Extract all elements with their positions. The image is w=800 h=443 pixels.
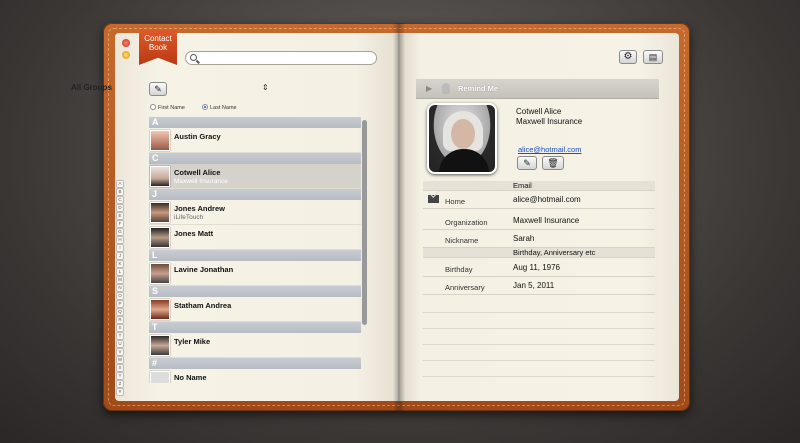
card-view-icon: ▤ xyxy=(648,52,658,62)
alphabet-index-letter[interactable]: Q xyxy=(116,308,124,316)
card-view-button[interactable]: ▤ xyxy=(643,50,663,64)
avatar xyxy=(150,166,170,187)
alphabet-index-letter[interactable]: V xyxy=(116,348,124,356)
alphabet-index-letter[interactable]: G xyxy=(116,228,124,236)
group-selector-label[interactable]: All Groups xyxy=(71,83,112,92)
alphabet-index-letter[interactable]: T xyxy=(116,332,124,340)
section-header: A xyxy=(149,117,361,128)
contact-list[interactable]: A Austin Gracy C Cotwell Alice Maxwell I… xyxy=(149,117,361,383)
avatar xyxy=(150,335,170,356)
alphabet-index-letter[interactable]: # xyxy=(116,388,124,396)
edit-contact-button[interactable]: ✎ xyxy=(517,156,537,170)
photo-face xyxy=(451,119,475,149)
alphabet-index-letter[interactable]: A xyxy=(116,180,124,188)
pencil-icon: ✎ xyxy=(523,158,531,168)
avatar xyxy=(150,299,170,320)
section-header: L xyxy=(149,250,361,261)
alphabet-index-letter[interactable]: B xyxy=(116,188,124,196)
sort-first-name-option[interactable]: First Name xyxy=(150,104,185,111)
email-section-header: Email xyxy=(423,181,655,191)
alphabet-index-letter[interactable]: Y xyxy=(116,372,124,380)
ruled-line xyxy=(423,312,655,313)
avatar xyxy=(150,263,170,284)
contact-name: Cotwell Alice xyxy=(516,107,562,116)
alphabet-index-letter[interactable]: L xyxy=(116,268,124,276)
photo-body xyxy=(439,149,489,172)
alphabet-index-letter[interactable]: O xyxy=(116,292,124,300)
section-header: C xyxy=(149,153,361,164)
contact-list-scrollbar[interactable] xyxy=(362,120,367,325)
close-window-button[interactable] xyxy=(122,39,130,47)
alphabet-index-letter[interactable]: N xyxy=(116,284,124,292)
contact-photo[interactable] xyxy=(427,103,497,174)
ruled-line xyxy=(423,344,655,345)
organization-row[interactable]: Organization Maxwell Insurance xyxy=(423,213,655,230)
nickname-row[interactable]: Nickname Sarah xyxy=(423,231,655,248)
section-header: J xyxy=(149,189,361,200)
settings-button[interactable]: ⚙ xyxy=(619,50,637,64)
contact-row[interactable]: Jones Matt xyxy=(149,225,361,250)
avatar xyxy=(150,371,170,383)
contact-row[interactable]: Tyler Mike xyxy=(149,333,361,358)
delete-contact-button[interactable]: 🗑 xyxy=(542,156,564,170)
radio-first-name[interactable] xyxy=(150,104,156,110)
anniversary-row[interactable]: Anniversary Jan 5, 2011 xyxy=(423,278,655,295)
alphabet-index-letter[interactable]: R xyxy=(116,316,124,324)
alphabet-index-letter[interactable]: P xyxy=(116,300,124,308)
alphabet-index-letter[interactable]: Z xyxy=(116,380,124,388)
trash-icon: 🗑 xyxy=(547,158,559,168)
alphabet-index-letter[interactable]: W xyxy=(116,356,124,364)
alphabet-index-letter[interactable]: H xyxy=(116,236,124,244)
contact-row[interactable]: No Name xyxy=(149,369,361,383)
alphabet-index-letter[interactable]: C xyxy=(116,196,124,204)
avatar xyxy=(150,227,170,248)
edit-groups-button[interactable]: ✎ xyxy=(149,82,167,96)
dates-section-header: Birthday, Anniversary etc xyxy=(423,248,655,258)
section-header: T xyxy=(149,322,361,333)
email-row[interactable]: Home alice@hotmail.com xyxy=(423,192,655,209)
sort-last-name-option[interactable]: Last Name xyxy=(202,104,237,111)
birthday-row[interactable]: Birthday Aug 11, 1976 xyxy=(423,260,655,277)
contact-company: Maxwell Insurance xyxy=(516,117,583,126)
contact-row-selected[interactable]: Cotwell Alice Maxwell Insurance xyxy=(149,164,361,189)
alphabet-index-letter[interactable]: X xyxy=(116,364,124,372)
contact-row[interactable]: Statham Andrea xyxy=(149,297,361,322)
up-down-arrows-icon[interactable]: ⇕ xyxy=(262,83,269,92)
alphabet-index-letter[interactable]: S xyxy=(116,324,124,332)
avatar xyxy=(150,202,170,223)
alphabet-index-letter[interactable]: U xyxy=(116,340,124,348)
contact-email-link[interactable]: alice@hotmail.com xyxy=(518,145,581,154)
groups-bar xyxy=(40,52,274,80)
section-header: # xyxy=(149,358,361,369)
alphabet-index-letter[interactable]: E xyxy=(116,212,124,220)
alphabet-index-letter[interactable]: I xyxy=(116,244,124,252)
remind-me-bar[interactable]: ▶ Remind Me xyxy=(416,79,659,99)
book-spine xyxy=(393,23,405,411)
avatar xyxy=(150,130,170,151)
radio-last-name[interactable] xyxy=(202,104,208,110)
bell-icon xyxy=(442,83,450,94)
ruled-line xyxy=(423,360,655,361)
gear-icon: ⚙ xyxy=(623,51,633,62)
contact-row[interactable]: Lavine Jonathan xyxy=(149,261,361,286)
alphabet-index[interactable]: A B C D E F G H I J K L M N O P Q R S T U V W X Y Z # xyxy=(116,180,126,396)
alphabet-index-letter[interactable]: J xyxy=(116,252,124,260)
play-icon: ▶ xyxy=(426,84,433,93)
alphabet-index-letter[interactable]: D xyxy=(116,204,124,212)
ruled-line xyxy=(423,376,655,377)
contact-row[interactable]: Austin Gracy xyxy=(149,128,361,153)
alphabet-index-letter[interactable]: K xyxy=(116,260,124,268)
contact-row[interactable]: Jones Andrew iLifeTouch xyxy=(149,200,361,225)
envelope-icon xyxy=(428,195,439,203)
alphabet-index-letter[interactable]: M xyxy=(116,276,124,284)
pencil-icon: ✎ xyxy=(154,84,162,94)
alphabet-index-letter[interactable]: F xyxy=(116,220,124,228)
ruled-line xyxy=(423,328,655,329)
section-header: S xyxy=(149,286,361,297)
